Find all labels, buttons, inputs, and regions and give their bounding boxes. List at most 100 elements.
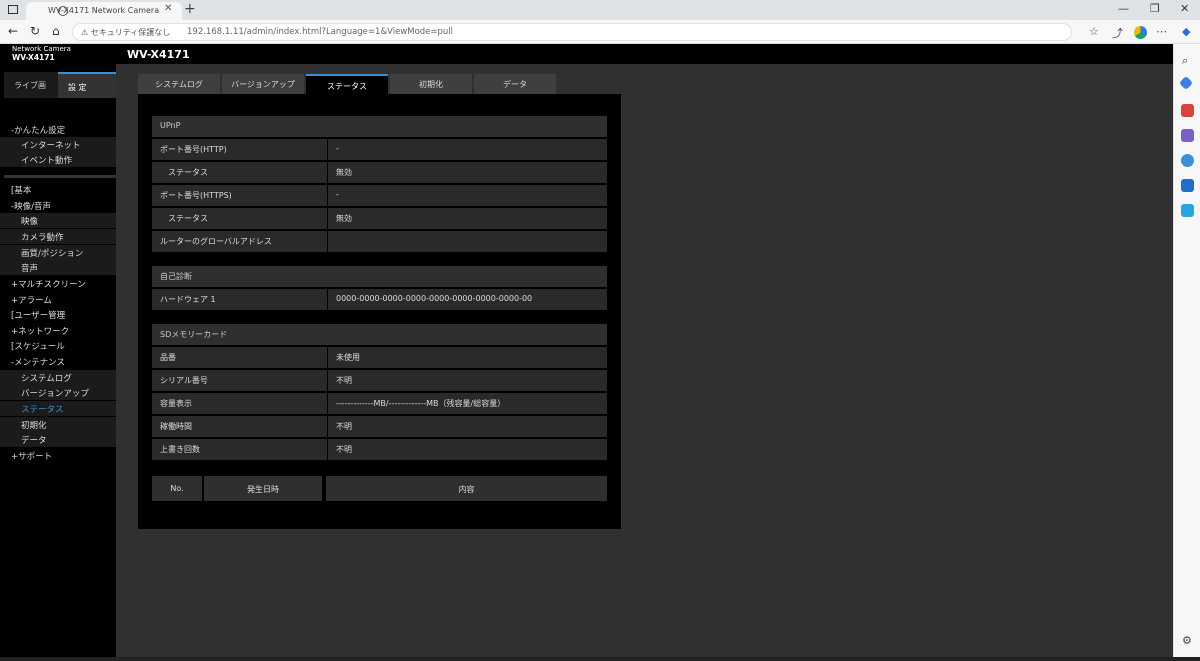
address-bar[interactable]: ⚠ セキュリティ保護なし 192.168.1.11/admin/index.ht…: [72, 23, 1072, 41]
search-icon[interactable]: ⌕: [1182, 54, 1188, 68]
status-row: ハードウェア 1 0000-0000-0000-0000-0000-0000-0…: [152, 289, 607, 310]
tab-status[interactable]: ステータス: [306, 74, 388, 94]
browser-tab-strip: WV-X4171 Network Camera ✕ + — ❐ ✕: [0, 0, 1200, 20]
games-icon[interactable]: [1181, 129, 1194, 142]
close-window-icon[interactable]: ✕: [1180, 2, 1189, 15]
back-icon[interactable]: ←: [8, 24, 18, 38]
sidebar-item-image-position[interactable]: 画質/ポジション: [0, 245, 116, 260]
sidebar-item-maintenance[interactable]: -メンテナンス: [0, 354, 116, 369]
tab-version-up[interactable]: バージョンアップ: [222, 74, 304, 94]
close-tab-icon[interactable]: ✕: [164, 3, 172, 14]
security-warning[interactable]: ⚠ セキュリティ保護なし: [81, 27, 170, 38]
log-header-no: No.: [152, 476, 202, 501]
app-header: Network Camera WV-X4171 WV-X4171: [0, 44, 1173, 64]
brand-name: Network Camera: [12, 45, 71, 53]
status-row: シリアル番号 不明: [152, 370, 607, 391]
sidebar-item-network[interactable]: +ネットワーク: [0, 323, 116, 338]
sidebar-item-alarm[interactable]: +アラーム: [0, 292, 116, 307]
row-value: 0000-0000-0000-0000-0000-0000-0000-0000-…: [328, 289, 607, 310]
row-label: ステータス: [152, 208, 327, 229]
settings-gear-icon[interactable]: ⚙: [1182, 634, 1192, 647]
row-label: 品番: [152, 347, 327, 368]
row-label: ポート番号(HTTPS): [152, 185, 327, 206]
home-icon[interactable]: ⌂: [52, 24, 60, 38]
row-value: [328, 231, 607, 252]
sidebar-item-data[interactable]: データ: [0, 432, 116, 447]
status-row: ポート番号(HTTP) -: [152, 139, 607, 160]
copilot-app-icon[interactable]: [1181, 154, 1194, 167]
row-value: -: [328, 185, 607, 206]
section-sd-card-header: SDメモリーカード: [152, 324, 607, 345]
sidebar-divider: [4, 175, 116, 178]
tag-icon[interactable]: [1178, 75, 1194, 91]
sidebar-item-event-action[interactable]: イベント動作: [0, 152, 116, 167]
row-label: ルーターのグローバルアドレス: [152, 231, 327, 252]
section-self-diagnosis-header: 自己診断: [152, 266, 607, 287]
log-header-datetime: 発生日時: [204, 476, 322, 501]
sidebar-item-schedule[interactable]: [スケジュール: [0, 338, 116, 353]
tab-initialize[interactable]: 初期化: [390, 74, 472, 94]
status-row: ステータス 無効: [152, 208, 607, 229]
sidebar-item-system-log[interactable]: システムログ: [0, 370, 116, 385]
sidebar-item-camera-action[interactable]: カメラ動作: [0, 229, 116, 244]
minimize-icon[interactable]: —: [1118, 2, 1129, 15]
status-row: 品番 未使用: [152, 347, 607, 368]
status-row: ポート番号(HTTPS) -: [152, 185, 607, 206]
status-row: ステータス 無効: [152, 162, 607, 183]
status-row: 容量表示 -------------MB/-------------MB（残容量…: [152, 393, 607, 414]
copilot-icon[interactable]: ◆: [1182, 25, 1190, 38]
row-label: 容量表示: [152, 393, 327, 414]
sidebar-item-user-management[interactable]: [ユーザー管理: [0, 307, 116, 322]
row-value: 不明: [328, 370, 607, 391]
sidebar-item-audio[interactable]: 音声: [0, 260, 116, 275]
page-title: WV-X4171: [127, 48, 190, 61]
sidebar-item-support[interactable]: +サポート: [0, 448, 116, 463]
sidebar-toggle-icon[interactable]: [8, 5, 18, 14]
sidebar-item-version-up[interactable]: バージョンアップ: [0, 385, 116, 400]
sidebar-item-video[interactable]: 映像: [0, 213, 116, 228]
more-menu-icon[interactable]: ⋯: [1156, 25, 1167, 38]
sidebar-item-multiscreen[interactable]: +マルチスクリーン: [0, 276, 116, 291]
section-upnp-header: UPnP: [152, 116, 607, 137]
row-value: -------------MB/-------------MB（残容量/総容量）: [328, 393, 607, 414]
status-row: 稼働時間 不明: [152, 416, 607, 437]
live-view-tab[interactable]: ライブ画: [4, 72, 58, 98]
settings-tab[interactable]: 設 定: [58, 72, 116, 98]
outlook-icon[interactable]: [1181, 179, 1194, 192]
browser-tab[interactable]: WV-X4171 Network Camera: [26, 2, 182, 20]
favorite-star-icon[interactable]: ☆: [1089, 25, 1099, 38]
restore-icon[interactable]: ❐: [1150, 2, 1160, 15]
taskbar: [0, 657, 1200, 661]
reload-icon[interactable]: ↻: [30, 24, 40, 38]
row-value: 無効: [328, 208, 607, 229]
tab-system-log[interactable]: システムログ: [138, 74, 220, 94]
brand-model: WV-X4171: [12, 53, 55, 62]
row-value: 未使用: [328, 347, 607, 368]
toolbox-icon[interactable]: [1181, 104, 1194, 117]
send-icon[interactable]: [1181, 204, 1194, 217]
sidebar-item-initialize[interactable]: 初期化: [0, 417, 116, 432]
url-text[interactable]: 192.168.1.11/admin/index.html?Language=1…: [187, 27, 453, 37]
log-header-content: 内容: [326, 476, 607, 501]
sidebar-item-easy-setup[interactable]: -かんたん設定: [0, 122, 116, 137]
sidebar-item-video-audio[interactable]: -映像/音声: [0, 198, 116, 213]
settings-sidebar: ライブ画 設 定 -かんたん設定 インターネット イベント動作 [基本 -映像/…: [0, 64, 116, 661]
tab-data[interactable]: データ: [474, 74, 556, 94]
status-panel: UPnP ポート番号(HTTP) - ステータス 無効 ポート番号(HTTPS)…: [138, 94, 621, 529]
row-value: 不明: [328, 439, 607, 460]
status-row: ルーターのグローバルアドレス: [152, 231, 607, 252]
camera-app: Network Camera WV-X4171 WV-X4171 ライブ画 設 …: [0, 44, 1173, 661]
sidebar-item-internet[interactable]: インターネット: [0, 137, 116, 152]
row-value: 無効: [328, 162, 607, 183]
address-toolbar: ← ↻ ⌂ ⚠ セキュリティ保護なし 192.168.1.11/admin/in…: [0, 20, 1200, 44]
row-label: ハードウェア 1: [152, 289, 327, 310]
row-label: 稼働時間: [152, 416, 327, 437]
extensions-icon[interactable]: ⤴: [1112, 25, 1123, 41]
new-tab-icon[interactable]: +: [184, 1, 196, 17]
globe-icon: [58, 6, 68, 16]
profile-avatar[interactable]: [1134, 26, 1147, 39]
sidebar-item-status[interactable]: ステータス: [0, 401, 116, 416]
sidebar-item-basic[interactable]: [基本: [0, 182, 116, 197]
status-row: 上書き回数 不明: [152, 439, 607, 460]
row-label: ステータス: [152, 162, 327, 183]
